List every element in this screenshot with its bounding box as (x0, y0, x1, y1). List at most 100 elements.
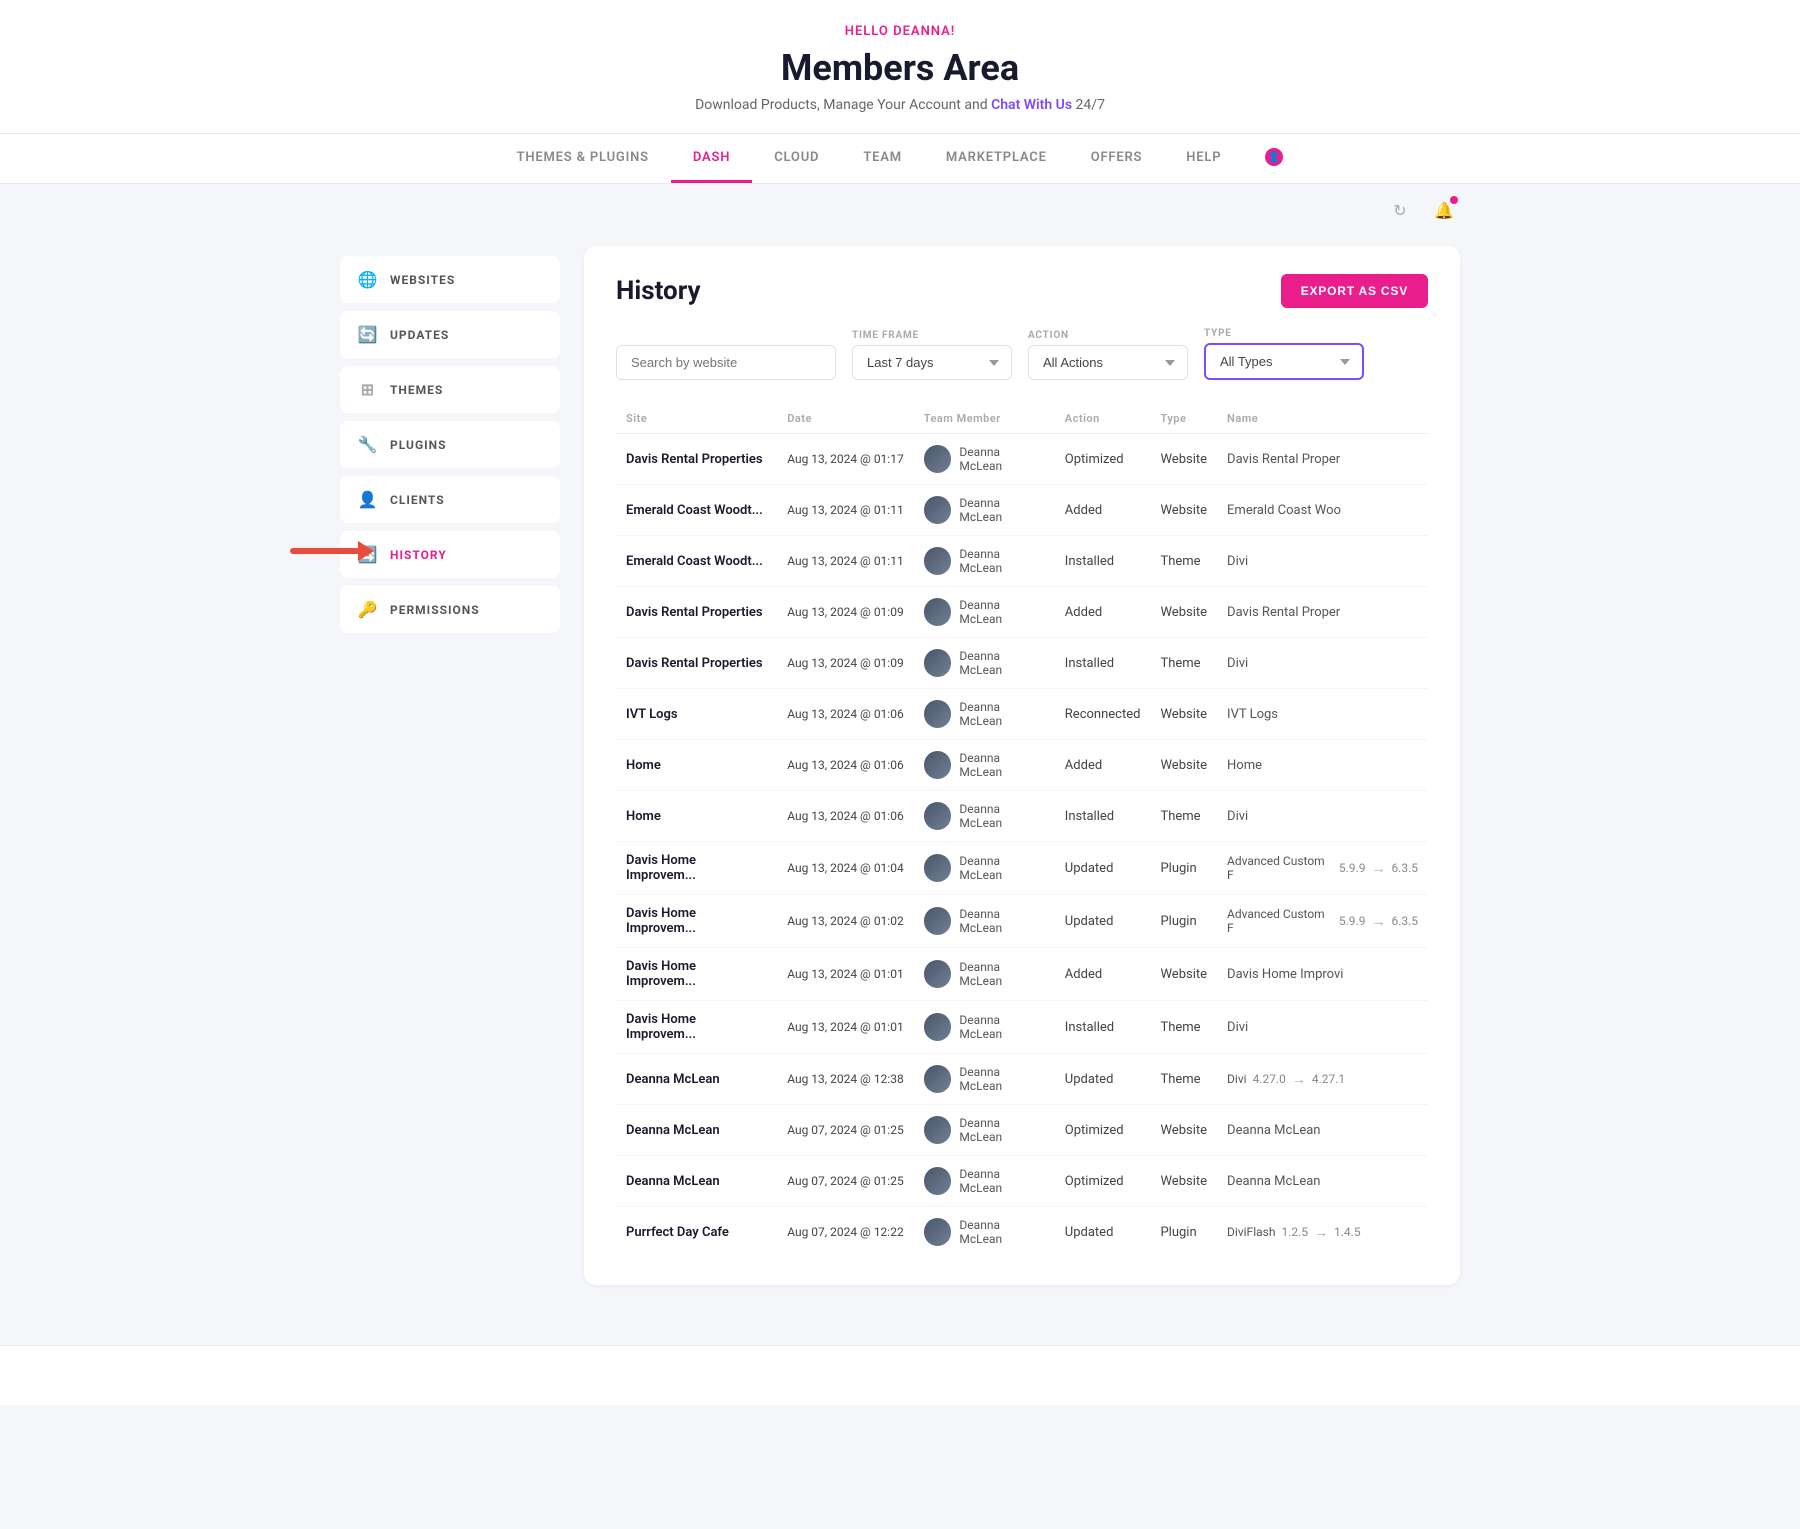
version-info: Advanced Custom F5.9.9→6.3.5 (1227, 907, 1418, 935)
sidebar: 🌐 WEBSITES 🔄 UPDATES ⊞ THEMES 🔧 PLUGINS … (340, 246, 560, 1285)
cell-name: Davis Home Improvi (1217, 948, 1428, 1001)
themes-icon: ⊞ (358, 380, 378, 399)
col-team-member: Team Member (914, 404, 1055, 434)
cell-date: Aug 13, 2024 @ 01:17 (777, 434, 914, 485)
sidebar-item-permissions[interactable]: 🔑 PERMISSIONS (340, 586, 560, 633)
name-value: Davis Home Improvi (1227, 967, 1343, 982)
tab-marketplace[interactable]: MARKETPLACE (924, 134, 1069, 183)
cell-team-member: Deanna McLean (914, 895, 1055, 948)
subtitle-suffix: 24/7 (1072, 97, 1105, 113)
member-name: Deanna McLean (959, 1218, 1044, 1246)
team-member-wrapper: Deanna McLean (924, 1116, 1045, 1144)
cell-date: Aug 13, 2024 @ 01:06 (777, 740, 914, 791)
type-select[interactable]: All Types Website Theme Plugin (1204, 343, 1364, 380)
sidebar-item-clients[interactable]: 👤 CLIENTS (340, 476, 560, 523)
team-member-wrapper: Deanna McLean (924, 445, 1045, 473)
version-to: 4.27.1 (1312, 1072, 1345, 1086)
sidebar-item-plugins[interactable]: 🔧 PLUGINS (340, 421, 560, 468)
name-value: Divi (1227, 1072, 1247, 1086)
cell-site: Deanna McLean (616, 1054, 777, 1105)
site-name-value: Davis Rental Properties (626, 605, 763, 620)
timeframe-select[interactable]: Last 7 days Last 30 days Last 90 days Al… (852, 345, 1012, 380)
col-date: Date (777, 404, 914, 434)
avatar (924, 700, 952, 728)
cell-type: Theme (1150, 791, 1217, 842)
table-row: Davis Home Improvem...Aug 13, 2024 @ 01:… (616, 948, 1428, 1001)
chat-link[interactable]: Chat With Us (991, 97, 1072, 113)
cell-date: Aug 13, 2024 @ 01:06 (777, 689, 914, 740)
type-filter-group: TYPE All Types Website Theme Plugin (1204, 328, 1364, 380)
name-value: Deanna McLean (1227, 1123, 1320, 1138)
cell-type: Plugin (1150, 1207, 1217, 1258)
history-table: Site Date Team Member Action Type Name D… (616, 404, 1428, 1257)
timeframe-label: TIME FRAME (852, 330, 1012, 341)
cell-type: Website (1150, 587, 1217, 638)
search-input[interactable] (616, 345, 836, 380)
tab-offers[interactable]: OFFERS (1069, 134, 1165, 183)
table-row: Deanna McLean Aug 07, 2024 @ 01:25 Deanna … (616, 1156, 1428, 1207)
team-member-wrapper: Deanna McLean (924, 1167, 1045, 1195)
search-filter-group (616, 345, 836, 380)
cell-date: Aug 13, 2024 @ 01:11 (777, 485, 914, 536)
notification-icon[interactable]: 🔔 (1428, 194, 1460, 226)
avatar (924, 854, 952, 882)
cell-type: Plugin (1150, 842, 1217, 895)
name-value: Divi (1227, 809, 1248, 824)
refresh-icon[interactable]: ↻ (1384, 194, 1416, 226)
sidebar-item-themes[interactable]: ⊞ THEMES (340, 366, 560, 413)
cell-date: Aug 13, 2024 @ 01:09 (777, 638, 914, 689)
action-select[interactable]: All Actions Added Installed Updated Opti… (1028, 345, 1188, 380)
avatar (924, 496, 952, 524)
cell-site: Davis Home Improvem... (616, 948, 777, 1001)
member-name: Deanna McLean (959, 751, 1044, 779)
timeframe-filter-group: TIME FRAME Last 7 days Last 30 days Last… (852, 330, 1012, 380)
cell-team-member: Deanna McLean (914, 638, 1055, 689)
sidebar-label-plugins: PLUGINS (390, 438, 446, 452)
arrow-body (290, 548, 360, 554)
sidebar-label-clients: CLIENTS (390, 493, 445, 507)
cell-team-member: Deanna McLean (914, 1105, 1055, 1156)
export-csv-button[interactable]: EXPORT AS CSV (1281, 274, 1428, 308)
history-title: History (616, 276, 701, 306)
tab-cloud[interactable]: CLOUD (752, 134, 841, 183)
name-value: Divi (1227, 554, 1248, 569)
sidebar-item-updates[interactable]: 🔄 UPDATES (340, 311, 560, 358)
version-info: Divi4.27.0→4.27.1 (1227, 1071, 1418, 1088)
tab-dash[interactable]: DASH (671, 134, 752, 183)
team-member-wrapper: Deanna McLean (924, 1013, 1045, 1041)
table-row: Davis Rental PropertiesAug 13, 2024 @ 01… (616, 434, 1428, 485)
site-name-value: Home (626, 809, 661, 824)
cell-name: Deanna McLean (1217, 1156, 1428, 1207)
cell-name: Divi (1217, 638, 1428, 689)
col-action: Action (1055, 404, 1151, 434)
cell-site: Davis Rental Properties (616, 587, 777, 638)
cell-date: Aug 07, 2024 @ 01:25 (777, 1156, 914, 1207)
cell-site: Home (616, 740, 777, 791)
cell-name: Davis Rental Proper (1217, 434, 1428, 485)
tab-team[interactable]: TEAM (841, 134, 924, 183)
cell-site: IVT Logs (616, 689, 777, 740)
cell-site: Emerald Coast Woodt... (616, 485, 777, 536)
tab-help[interactable]: HELP (1164, 134, 1243, 183)
avatar (924, 1218, 952, 1246)
table-row: Davis Rental PropertiesAug 13, 2024 @ 01… (616, 638, 1428, 689)
cell-action: Updated (1055, 895, 1151, 948)
team-member-wrapper: Deanna McLean (924, 496, 1045, 524)
cell-type: Theme (1150, 638, 1217, 689)
permissions-icon: 🔑 (358, 600, 378, 619)
table-row: Deanna McLeanAug 13, 2024 @ 12:38Deanna … (616, 1054, 1428, 1105)
team-member-wrapper: Deanna McLean (924, 907, 1045, 935)
cell-date: Aug 13, 2024 @ 01:01 (777, 948, 914, 1001)
cell-team-member: Deanna McLean (914, 791, 1055, 842)
site-name-value: Emerald Coast Woodt... (626, 503, 763, 518)
cell-action: Reconnected (1055, 689, 1151, 740)
site-name-value: IVT Logs (626, 707, 678, 722)
nav-tabs: THEMES & PLUGINS DASH CLOUD TEAM MARKETP… (0, 133, 1800, 183)
cell-type: Website (1150, 434, 1217, 485)
table-row: IVT LogsAug 13, 2024 @ 01:06Deanna McLea… (616, 689, 1428, 740)
tab-user-icon[interactable]: 👤 (1243, 134, 1305, 183)
cell-date: Aug 13, 2024 @ 01:09 (777, 587, 914, 638)
version-from: 5.9.9 (1339, 914, 1366, 928)
sidebar-item-websites[interactable]: 🌐 WEBSITES (340, 256, 560, 303)
tab-themes-plugins[interactable]: THEMES & PLUGINS (495, 134, 671, 183)
